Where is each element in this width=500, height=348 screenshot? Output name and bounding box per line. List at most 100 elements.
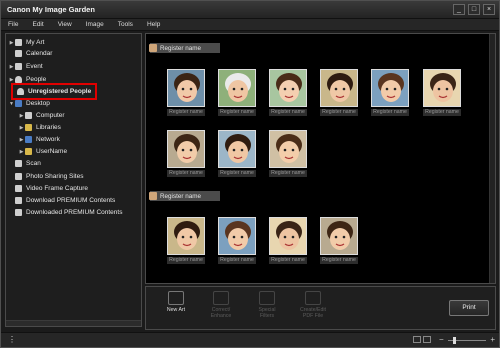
minimize-button[interactable]: _ xyxy=(453,4,465,15)
person-photo-thumbnail[interactable] xyxy=(218,130,256,168)
sidebar-item-unregistered-people[interactable]: Unregistered People xyxy=(10,83,98,100)
video-frame-icon xyxy=(15,185,22,192)
sidebar-item-photo-sharing-sites[interactable]: Photo Sharing Sites xyxy=(8,171,83,182)
person-photo-thumbnail[interactable] xyxy=(269,130,307,168)
register-name-field[interactable]: Register name xyxy=(167,257,205,264)
bottom-toolbar: New Art Correct/ Enhance Special Filters… xyxy=(145,286,496,330)
sidebar-item-event[interactable]: ▶ Event xyxy=(8,61,43,72)
grid-view-icon[interactable] xyxy=(413,336,421,343)
sidebar-item-downloaded-premium[interactable]: Downloaded PREMIUM Contents xyxy=(8,207,122,218)
register-name-field[interactable]: Register name xyxy=(320,109,358,116)
menu-file[interactable]: File xyxy=(1,19,25,30)
computer-icon xyxy=(25,112,32,119)
expand-icon[interactable]: ▶ xyxy=(18,137,25,143)
register-name-field[interactable]: Register name xyxy=(269,257,307,264)
scan-icon xyxy=(15,160,22,167)
person-photo-thumbnail[interactable] xyxy=(167,130,205,168)
expand-icon[interactable]: ▶ xyxy=(8,64,15,70)
person-photo-thumbnail[interactable] xyxy=(320,217,358,255)
person-photo-thumbnail[interactable] xyxy=(167,69,205,107)
zoom-out-button[interactable]: − xyxy=(439,335,444,345)
title-bar: Canon My Image Garden _ □ × xyxy=(1,1,499,19)
expand-icon[interactable]: ▶ xyxy=(18,113,25,119)
window-title: Canon My Image Garden xyxy=(7,5,95,14)
sidebar-item-label: Event xyxy=(26,63,43,70)
person-photo-thumbnail[interactable] xyxy=(218,217,256,255)
person-photo-thumbnail[interactable] xyxy=(269,217,307,255)
expand-icon[interactable]: ▶ xyxy=(18,149,25,155)
menu-tools[interactable]: Tools xyxy=(111,19,140,30)
vertical-scrollbar[interactable] xyxy=(489,34,495,283)
sidebar-item-label: Video Frame Capture xyxy=(26,185,89,192)
sidebar-item-download-premium[interactable]: Download PREMIUM Contents xyxy=(8,195,115,206)
sidebar-item-video-frame-capture[interactable]: Video Frame Capture xyxy=(8,183,88,194)
register-name-field[interactable]: Register name xyxy=(218,257,256,264)
print-button[interactable]: Print xyxy=(449,300,489,316)
sidebar-item-label: Downloaded PREMIUM Contents xyxy=(26,209,123,216)
menu-bar: File Edit View Image Tools Help xyxy=(1,19,499,31)
person-photo-thumbnail[interactable] xyxy=(269,69,307,107)
status-bar: ⋮ − + xyxy=(1,332,499,347)
sidebar-item-people[interactable]: ▶ People xyxy=(8,74,46,85)
person-photo-thumbnail[interactable] xyxy=(167,217,205,255)
detail-view-icon[interactable] xyxy=(423,336,431,343)
register-name-field[interactable]: Register name xyxy=(269,170,307,177)
maximize-button[interactable]: □ xyxy=(468,4,480,15)
collapse-icon[interactable]: ▼ xyxy=(8,101,15,107)
people-grid-area: Register name Register name Register name… xyxy=(145,33,496,284)
special-filters-button[interactable]: Special Filters xyxy=(247,291,287,319)
sidebar-item-libraries[interactable]: ▶ Libraries xyxy=(18,122,61,133)
sidebar-item-label: Scan xyxy=(26,160,41,167)
group-header-1[interactable]: Register name xyxy=(149,43,220,53)
network-icon xyxy=(25,136,32,143)
group-header-2[interactable]: Register name xyxy=(149,191,220,201)
sidebar-item-computer[interactable]: ▶ Computer xyxy=(18,110,65,121)
register-name-field[interactable]: Register name xyxy=(218,170,256,177)
sidebar-item-label: Desktop xyxy=(26,100,50,107)
register-name-field[interactable]: Register name xyxy=(269,109,307,116)
sidebar-horizontal-scrollbar[interactable] xyxy=(6,320,141,326)
photo-sharing-icon xyxy=(15,173,22,180)
register-name-field[interactable]: Register name xyxy=(371,109,409,116)
close-button[interactable]: × xyxy=(483,4,495,15)
user-folder-icon xyxy=(25,148,32,155)
person-photo-thumbnail[interactable] xyxy=(423,69,461,107)
sidebar-item-scan[interactable]: Scan xyxy=(8,158,41,169)
register-name-field[interactable]: Register name xyxy=(167,170,205,177)
menu-edit[interactable]: Edit xyxy=(25,19,50,30)
create-edit-pdf-button[interactable]: Create/Edit PDF File xyxy=(293,291,333,319)
sidebar-item-my-art[interactable]: ▶ My Art xyxy=(8,37,44,48)
expand-icon[interactable]: ▶ xyxy=(18,125,25,131)
zoom-slider-thumb[interactable] xyxy=(453,337,456,344)
person-photo-thumbnail[interactable] xyxy=(218,69,256,107)
menu-help[interactable]: Help xyxy=(140,19,167,30)
sidebar-item-calendar[interactable]: Calendar xyxy=(8,48,52,59)
sidebar-item-label: My Art xyxy=(26,39,45,46)
register-name-field[interactable]: Register name xyxy=(423,109,461,116)
sidebar-item-desktop[interactable]: ▼ Desktop xyxy=(8,98,50,109)
sidebar: ▶ My Art Calendar ▶ Event ▶ People Unreg… xyxy=(5,33,142,327)
expand-icon[interactable]: ▶ xyxy=(8,40,15,46)
group-title: Register name xyxy=(160,192,201,200)
unregistered-person-icon xyxy=(17,88,24,95)
status-menu-icon[interactable]: ⋮ xyxy=(8,335,16,344)
register-name-field[interactable]: Register name xyxy=(218,109,256,116)
special-filters-icon xyxy=(259,291,275,305)
correct-enhance-button[interactable]: Correct/ Enhance xyxy=(201,291,241,319)
downloaded-icon xyxy=(15,209,22,216)
person-photo-thumbnail[interactable] xyxy=(371,69,409,107)
expand-icon[interactable]: ▶ xyxy=(8,77,15,83)
new-art-button[interactable]: New Art xyxy=(156,291,196,313)
menu-view[interactable]: View xyxy=(51,19,79,30)
zoom-in-button[interactable]: + xyxy=(490,335,495,345)
sidebar-item-label: Unregistered People xyxy=(28,88,92,95)
register-name-field[interactable]: Register name xyxy=(320,257,358,264)
person-photo-thumbnail[interactable] xyxy=(320,69,358,107)
sidebar-item-label: Download PREMIUM Contents xyxy=(26,197,116,204)
menu-image[interactable]: Image xyxy=(79,19,111,30)
sidebar-item-label: Computer xyxy=(36,112,65,119)
app-window: Canon My Image Garden _ □ × File Edit Vi… xyxy=(0,0,500,348)
sidebar-item-network[interactable]: ▶ Network xyxy=(18,134,60,145)
register-name-field[interactable]: Register name xyxy=(167,109,205,116)
sidebar-item-username[interactable]: ▶ UserName xyxy=(18,146,67,157)
